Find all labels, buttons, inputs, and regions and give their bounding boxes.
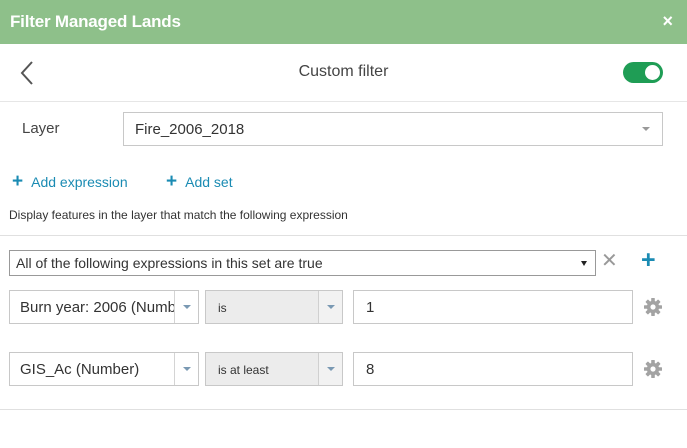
add-set-button[interactable]: + Add set [166, 171, 233, 192]
chevron-down-icon [327, 305, 335, 309]
add-expression-button[interactable]: + Add expression [12, 171, 128, 192]
plus-icon: + [166, 171, 178, 192]
field-dropdown-button[interactable] [174, 291, 198, 323]
field-dropdown-2[interactable]: GIS_Ac (Number) [9, 352, 199, 386]
remove-set-icon[interactable]: ✕ [601, 249, 618, 273]
operator-dropdown-button[interactable] [318, 291, 342, 323]
chevron-down-icon [183, 305, 191, 309]
set-mode-value: All of the following expressions in this… [16, 255, 323, 271]
chevron-down-icon [183, 367, 191, 371]
filter-toggle[interactable] [623, 62, 663, 83]
add-set-label: Add set [185, 174, 233, 190]
value-text: 8 [366, 361, 375, 378]
layer-dropdown[interactable]: Fire_2006_2018 [123, 112, 663, 146]
field-value: Burn year: 2006 (Number) [20, 299, 195, 316]
operator-value: is [218, 301, 227, 315]
window-title: Filter Managed Lands [10, 12, 181, 31]
chevron-down-icon [642, 127, 650, 131]
add-expression-icon[interactable]: + [641, 247, 656, 273]
filter-description: Display features in the layer that match… [9, 208, 348, 222]
close-icon[interactable]: × [662, 11, 673, 31]
gear-icon[interactable] [643, 297, 663, 317]
value-text: 1 [366, 299, 375, 316]
operator-dropdown-1[interactable]: is [205, 290, 343, 324]
layer-value: Fire_2006_2018 [135, 121, 245, 138]
value-input-1[interactable]: 1 [353, 290, 633, 324]
field-dropdown-button[interactable] [174, 353, 198, 385]
layer-label: Layer [22, 120, 60, 137]
field-value: GIS_Ac (Number) [20, 361, 140, 378]
toggle-knob [645, 65, 660, 80]
dropdown-arrow-icon [581, 261, 587, 266]
field-dropdown-1[interactable]: Burn year: 2006 (Number) [9, 290, 199, 324]
value-input-2[interactable]: 8 [353, 352, 633, 386]
operator-dropdown-button[interactable] [318, 353, 342, 385]
gear-icon[interactable] [643, 359, 663, 379]
add-expression-label: Add expression [31, 174, 128, 190]
divider [0, 235, 687, 236]
filter-header: Custom filter [0, 44, 687, 102]
chevron-down-icon [327, 367, 335, 371]
divider [0, 409, 687, 410]
operator-value: is at least [218, 363, 269, 377]
set-mode-dropdown[interactable]: All of the following expressions in this… [9, 250, 596, 276]
page-title: Custom filter [298, 63, 389, 80]
plus-icon: + [12, 171, 24, 192]
operator-dropdown-2[interactable]: is at least [205, 352, 343, 386]
title-bar: Filter Managed Lands × [0, 0, 687, 44]
